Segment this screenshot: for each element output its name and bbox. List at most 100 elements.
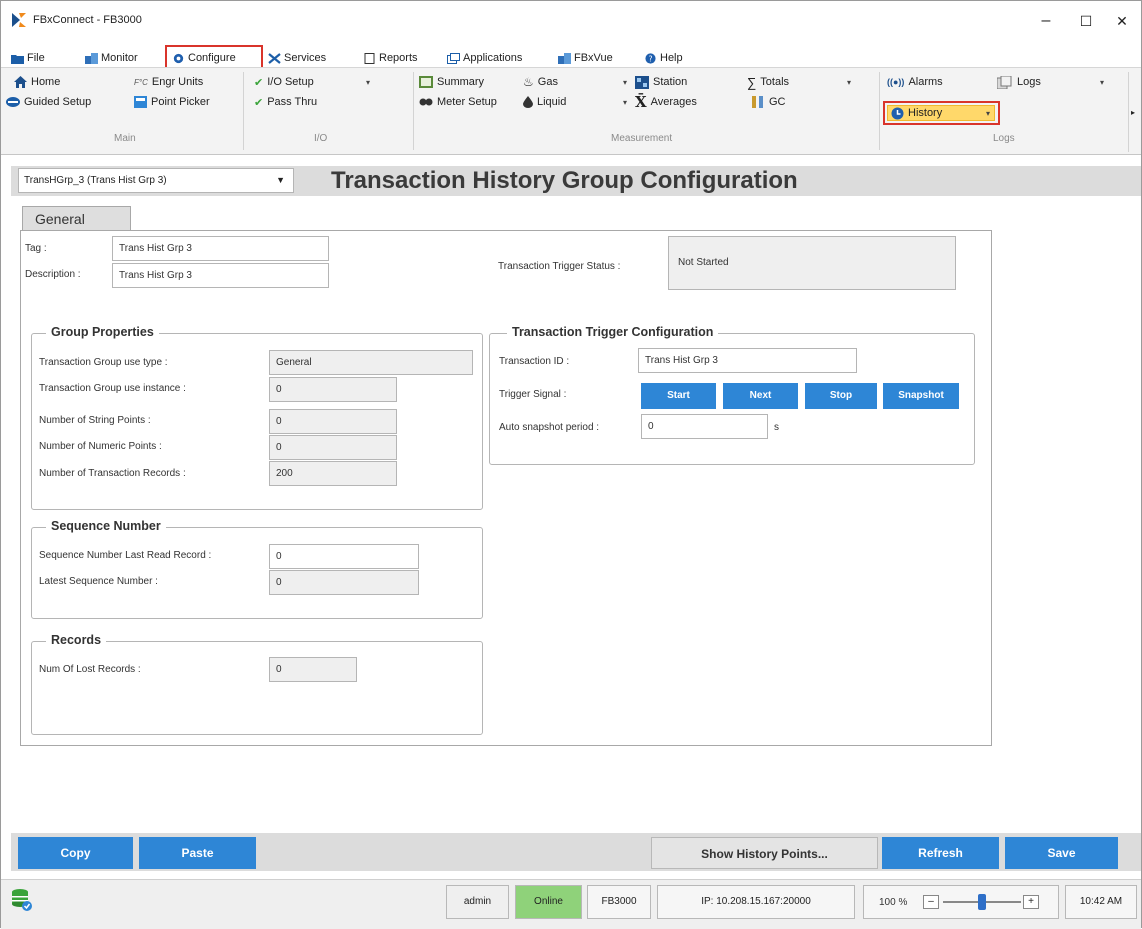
- trigger-status-label: Transaction Trigger Status :: [498, 261, 621, 272]
- check-icon: ✔: [254, 96, 264, 109]
- latest-sequence-label: Latest Sequence Number :: [39, 576, 158, 587]
- ribbon-station[interactable]: Station: [635, 74, 687, 90]
- ribbon-engr-units[interactable]: F°C Engr Units: [134, 74, 203, 90]
- ribbon-pass-thru[interactable]: ✔ Pass Thru: [254, 94, 317, 110]
- ribbon-totals[interactable]: ∑ Totals: [747, 74, 789, 90]
- copy-button[interactable]: Copy: [18, 837, 133, 869]
- ribbon-gas-label: Gas: [537, 76, 558, 88]
- zoom-slider-thumb[interactable]: [978, 894, 986, 910]
- svg-text:?: ?: [648, 54, 652, 63]
- summary-icon: [419, 76, 433, 88]
- auto-snapshot-field[interactable]: 0: [641, 414, 768, 439]
- menu-bar: File Monitor Configure Services Reports …: [1, 37, 1141, 69]
- menu-applications-label: Applications: [463, 52, 523, 64]
- tag-label: Tag :: [25, 243, 47, 254]
- ribbon-alarms-label: Alarms: [908, 76, 943, 88]
- gas-dropdown-icon[interactable]: ▾: [623, 74, 627, 90]
- string-points-field: 0: [269, 409, 397, 434]
- ribbon-guided-setup[interactable]: Guided Setup: [6, 94, 91, 110]
- use-type-label: Transaction Group use type :: [39, 357, 168, 368]
- zoom-in-button[interactable]: +: [1023, 895, 1039, 909]
- history-red-highlight: [883, 101, 1000, 125]
- ribbon-logs-label: Logs: [1017, 76, 1041, 88]
- home-icon: [14, 76, 27, 88]
- check-icon: ✔: [254, 76, 264, 89]
- status-user: admin: [446, 885, 509, 919]
- document-icon: [364, 52, 375, 64]
- menu-file[interactable]: File: [11, 49, 45, 67]
- group-select-value: TransHGrp_3 (Trans Hist Grp 3): [24, 175, 167, 186]
- paste-button[interactable]: Paste: [139, 837, 256, 869]
- average-icon: X̄: [635, 93, 647, 111]
- start-button[interactable]: Start: [641, 383, 716, 409]
- zoom-out-button[interactable]: –: [923, 895, 939, 909]
- maximize-button[interactable]: ☐: [1071, 9, 1101, 33]
- ribbon-averages[interactable]: X̄ Averages: [635, 93, 697, 111]
- last-read-label: Sequence Number Last Read Record :: [39, 550, 212, 561]
- description-field[interactable]: Trans Hist Grp 3: [112, 263, 329, 288]
- menu-fbxvue[interactable]: FBxVue: [558, 49, 613, 67]
- window-title: FBxConnect - FB3000: [33, 14, 142, 26]
- snapshot-button[interactable]: Snapshot: [883, 383, 959, 409]
- applications-icon: [447, 52, 460, 64]
- minimize-button[interactable]: –: [1031, 9, 1061, 33]
- tools-icon: [268, 52, 281, 64]
- show-history-points-button[interactable]: Show History Points...: [651, 837, 878, 869]
- ribbon-summary[interactable]: Summary: [419, 74, 484, 90]
- ribbon-gc[interactable]: GC: [751, 94, 786, 110]
- ribbon-liquid[interactable]: Liquid: [523, 94, 566, 110]
- description-label: Description :: [25, 269, 81, 280]
- menu-monitor[interactable]: Monitor: [85, 49, 138, 67]
- menu-applications[interactable]: Applications: [447, 49, 522, 67]
- sigma-icon: ∑: [747, 74, 757, 90]
- totals-dropdown-icon[interactable]: ▾: [847, 74, 851, 90]
- tab-general[interactable]: General: [22, 206, 131, 231]
- menu-fbxvue-label: FBxVue: [574, 52, 613, 64]
- save-button[interactable]: Save: [1005, 837, 1118, 869]
- ribbon-point-picker[interactable]: Point Picker: [134, 94, 210, 110]
- menu-services[interactable]: Services: [268, 49, 326, 67]
- ribbon-logs[interactable]: Logs: [997, 74, 1041, 90]
- tag-field[interactable]: Trans Hist Grp 3: [112, 236, 329, 261]
- refresh-button[interactable]: Refresh: [882, 837, 999, 869]
- ribbon-group-io-label: I/O: [314, 133, 328, 144]
- latest-sequence-field: 0: [269, 570, 419, 595]
- next-button[interactable]: Next: [723, 383, 798, 409]
- ribbon-gas[interactable]: ♨ Gas: [523, 74, 558, 90]
- alarm-icon: ((●)): [887, 77, 905, 87]
- transaction-id-field[interactable]: Trans Hist Grp 3: [638, 348, 857, 373]
- ribbon-separator: [879, 72, 880, 150]
- meter-setup-icon: [419, 98, 433, 106]
- ribbon-pass-thru-label: Pass Thru: [267, 96, 318, 108]
- ribbon-group-measurement-label: Measurement: [611, 133, 673, 144]
- records-box: [31, 641, 483, 735]
- sequence-number-title: Sequence Number: [46, 519, 166, 533]
- last-read-field[interactable]: 0: [269, 544, 419, 569]
- menu-help[interactable]: ? Help: [644, 49, 683, 67]
- io-setup-dropdown-icon[interactable]: ▾: [366, 74, 370, 90]
- status-online-badge: Online: [515, 885, 582, 919]
- ribbon-scroll-right-icon[interactable]: ▸: [1131, 104, 1135, 120]
- ribbon-averages-label: Averages: [650, 96, 697, 108]
- transaction-records-label: Number of Transaction Records :: [39, 468, 186, 479]
- trigger-config-title: Transaction Trigger Configuration: [507, 325, 719, 339]
- ribbon-meter-setup[interactable]: Meter Setup: [419, 94, 497, 110]
- status-device: FB3000: [587, 885, 651, 919]
- records-title: Records: [46, 633, 107, 647]
- stop-button[interactable]: Stop: [805, 383, 877, 409]
- group-select[interactable]: TransHGrp_3 (Trans Hist Grp 3) ▼: [18, 168, 294, 193]
- trigger-status-field: Not Started: [668, 236, 956, 290]
- ribbon-home[interactable]: Home: [14, 74, 60, 90]
- folder-icon: [11, 54, 24, 64]
- fbxconnect-logo-icon: [12, 13, 26, 27]
- ribbon-home-label: Home: [31, 76, 61, 88]
- guided-setup-icon: [6, 97, 20, 107]
- ribbon-io-setup-label: I/O Setup: [267, 76, 314, 88]
- menu-reports[interactable]: Reports: [363, 49, 418, 67]
- logs-dropdown-icon[interactable]: ▾: [1100, 74, 1104, 90]
- close-button[interactable]: ✕: [1107, 9, 1137, 33]
- ribbon-alarms[interactable]: ((●)) Alarms: [887, 74, 943, 90]
- ribbon-io-setup[interactable]: ✔ I/O Setup: [254, 74, 314, 90]
- liquid-dropdown-icon[interactable]: ▾: [623, 94, 627, 110]
- numeric-points-label: Number of Numeric Points :: [39, 441, 162, 452]
